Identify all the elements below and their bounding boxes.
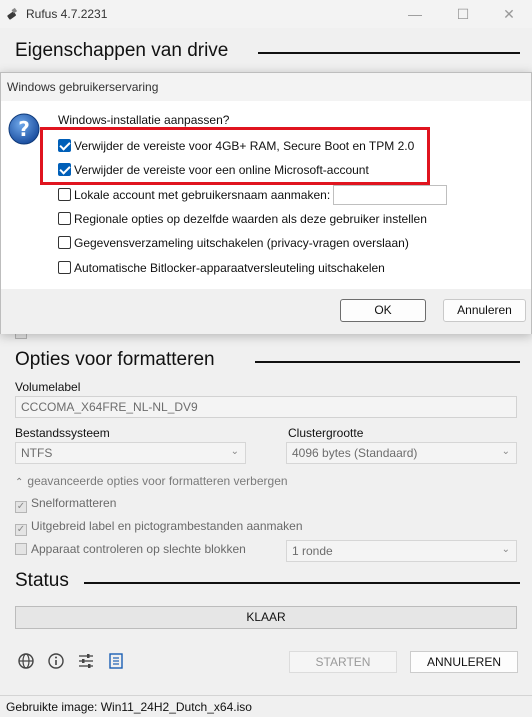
filesystem-value: NTFS	[21, 446, 53, 460]
section-format-options: Opties voor formatteren	[15, 349, 215, 370]
option-regional-settings[interactable]: Regionale opties op dezelfde waarden als…	[58, 212, 427, 226]
globe-icon[interactable]	[17, 652, 35, 670]
section-divider	[84, 582, 520, 584]
section-drive-properties: Eigenschappen van drive	[15, 40, 229, 61]
filesystem-select[interactable]: NTFS ⌄	[15, 442, 246, 464]
window-title: Rufus 4.7.2231	[26, 7, 108, 21]
question-icon: ?	[8, 113, 40, 145]
extended-label-checkbox[interactable]: ✓ Uitgebreid label en pictogrambestanden …	[15, 519, 303, 536]
close-button[interactable]: ✕	[486, 4, 532, 24]
option-label: Gegevensverzameling uitschakelen (privac…	[74, 236, 409, 250]
section-divider	[255, 361, 520, 363]
maximize-button[interactable]: ☐	[440, 4, 486, 24]
minimize-button[interactable]: —	[392, 4, 438, 24]
extended-label-label: Uitgebreid label en pictogrambestanden a…	[31, 519, 303, 533]
option-label: Regionale opties op dezelfde waarden als…	[74, 212, 427, 226]
section-status: Status	[15, 570, 69, 591]
checkbox-unchecked-icon	[58, 212, 71, 225]
info-icon[interactable]	[47, 652, 65, 670]
status-bar: Gebruikte image: Win11_24H2_Dutch_x64.is…	[0, 695, 532, 717]
chevron-down-icon: ⌄	[230, 446, 239, 457]
option-disable-bitlocker[interactable]: Automatische Bitlocker-apparaatversleute…	[58, 261, 385, 275]
bad-blocks-label: Apparaat controleren op slechte blokken	[31, 542, 246, 556]
chevron-down-icon: ⌄	[501, 446, 510, 457]
quick-format-checkbox[interactable]: ✓ Snelformatteren	[15, 496, 116, 513]
cluster-size-select[interactable]: 4096 bytes (Standaard) ⌄	[286, 442, 517, 464]
chevron-down-icon: ⌄	[501, 544, 510, 555]
option-local-account[interactable]: Lokale account met gebruikersnaam aanmak…	[58, 188, 330, 202]
bad-blocks-checkbox[interactable]: Apparaat controleren op slechte blokken	[15, 542, 246, 556]
ok-button[interactable]: OK	[340, 299, 426, 322]
cluster-size-title: Clustergrootte	[288, 426, 364, 440]
checkbox-unchecked-icon	[58, 261, 71, 274]
dialog-title: Windows gebruikerservaring	[1, 73, 531, 101]
section-divider	[258, 52, 520, 54]
title-bar[interactable]: Rufus 4.7.2231 — ☐ ✕	[0, 0, 532, 28]
checkbox-unchecked-icon	[58, 188, 71, 201]
dialog-cancel-button[interactable]: Annuleren	[443, 299, 526, 322]
checkbox-unchecked-icon	[15, 543, 27, 555]
advanced-options-toggle[interactable]: ⌃ geavanceerde opties voor formatteren ve…	[15, 474, 288, 488]
option-disable-data-collection[interactable]: Gegevensverzameling uitschakelen (privac…	[58, 236, 409, 250]
usb-drive-icon	[7, 7, 18, 20]
progress-bar: KLAAR	[15, 606, 517, 629]
checkbox-checked-icon: ✓	[15, 524, 27, 536]
advanced-options-label: geavanceerde opties voor formatteren ver…	[27, 474, 288, 488]
volume-label-input[interactable]: CCCOMA_X64FRE_NL-NL_DV9	[15, 396, 517, 418]
option-label: Automatische Bitlocker-apparaatversleute…	[74, 261, 385, 275]
red-highlight-box	[40, 127, 430, 185]
chevron-up-icon: ⌃	[15, 477, 24, 488]
passes-select[interactable]: 1 ronde ⌄	[286, 540, 517, 562]
svg-text:?: ?	[18, 117, 30, 141]
quick-format-label: Snelformatteren	[31, 496, 117, 510]
passes-value: 1 ronde	[292, 544, 333, 558]
log-icon[interactable]	[107, 652, 125, 670]
option-label: Lokale account met gebruikersnaam aanmak…	[74, 188, 331, 202]
cancel-button[interactable]: ANNULEREN	[410, 651, 518, 673]
cluster-size-value: 4096 bytes (Standaard)	[292, 446, 418, 460]
windows-user-experience-dialog: Windows gebruikerservaring	[0, 72, 532, 334]
settings-sliders-icon[interactable]	[77, 652, 95, 670]
checkbox-checked-icon: ✓	[15, 501, 27, 513]
dialog-prompt: Windows-installatie aanpassen?	[58, 113, 230, 127]
local-username-input[interactable]	[333, 185, 447, 205]
filesystem-title: Bestandssysteem	[15, 426, 110, 440]
volume-label-title: Volumelabel	[15, 380, 81, 394]
checkbox-unchecked-icon	[58, 236, 71, 249]
start-button[interactable]: STARTEN	[289, 651, 397, 673]
